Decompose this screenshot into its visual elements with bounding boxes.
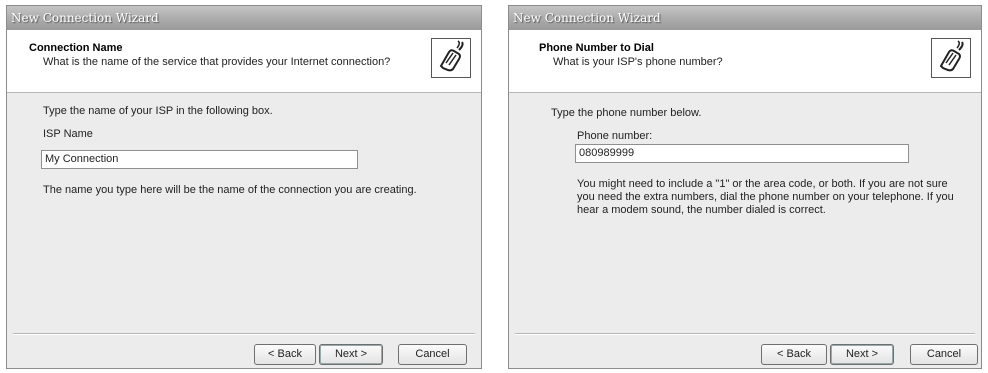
back-button[interactable]: < Back [254,344,316,365]
cancel-button[interactable]: Cancel [910,344,978,365]
back-button[interactable]: < Back [761,344,827,365]
title-bar[interactable]: New Connection Wizard [7,6,481,30]
title-bar[interactable]: New Connection Wizard [509,6,981,30]
phone-connector-icon [931,38,971,78]
connection-name-dialog: New Connection Wizard Connection Name Wh… [6,5,482,369]
instruction-text: Type the phone number below. [551,107,702,119]
wizard-header: Phone Number to Dial What is your ISP's … [509,30,981,93]
phone-number-label: Phone number: [577,130,653,142]
next-button[interactable]: Next > [319,344,383,365]
page-title: Connection Name [29,42,123,54]
helper-text-line-1: You might need to include a "1" or the a… [577,178,948,190]
divider [13,333,475,335]
cancel-button[interactable]: Cancel [398,344,467,365]
phone-number-input[interactable]: 080989999 [575,144,909,163]
phone-connector-icon [431,38,471,78]
next-button[interactable]: Next > [830,344,894,365]
wizard-header: Connection Name What is the name of the … [7,30,481,93]
divider [515,333,975,335]
helper-text: The name you type here will be the name … [43,184,417,196]
helper-text-line-2: you need the extra numbers, dial the pho… [577,191,954,203]
phone-number-dialog: New Connection Wizard Phone Number to Di… [508,5,982,369]
helper-text-line-3: hear a modem sound, the number dialed is… [577,204,826,216]
page-subtitle: What is your ISP's phone number? [553,56,723,68]
instruction-text: Type the name of your ISP in the followi… [43,105,273,117]
page-title: Phone Number to Dial [539,42,654,54]
isp-name-input[interactable]: My Connection [41,150,358,169]
page-subtitle: What is the name of the service that pro… [43,56,391,68]
isp-name-label: ISP Name [43,128,93,140]
